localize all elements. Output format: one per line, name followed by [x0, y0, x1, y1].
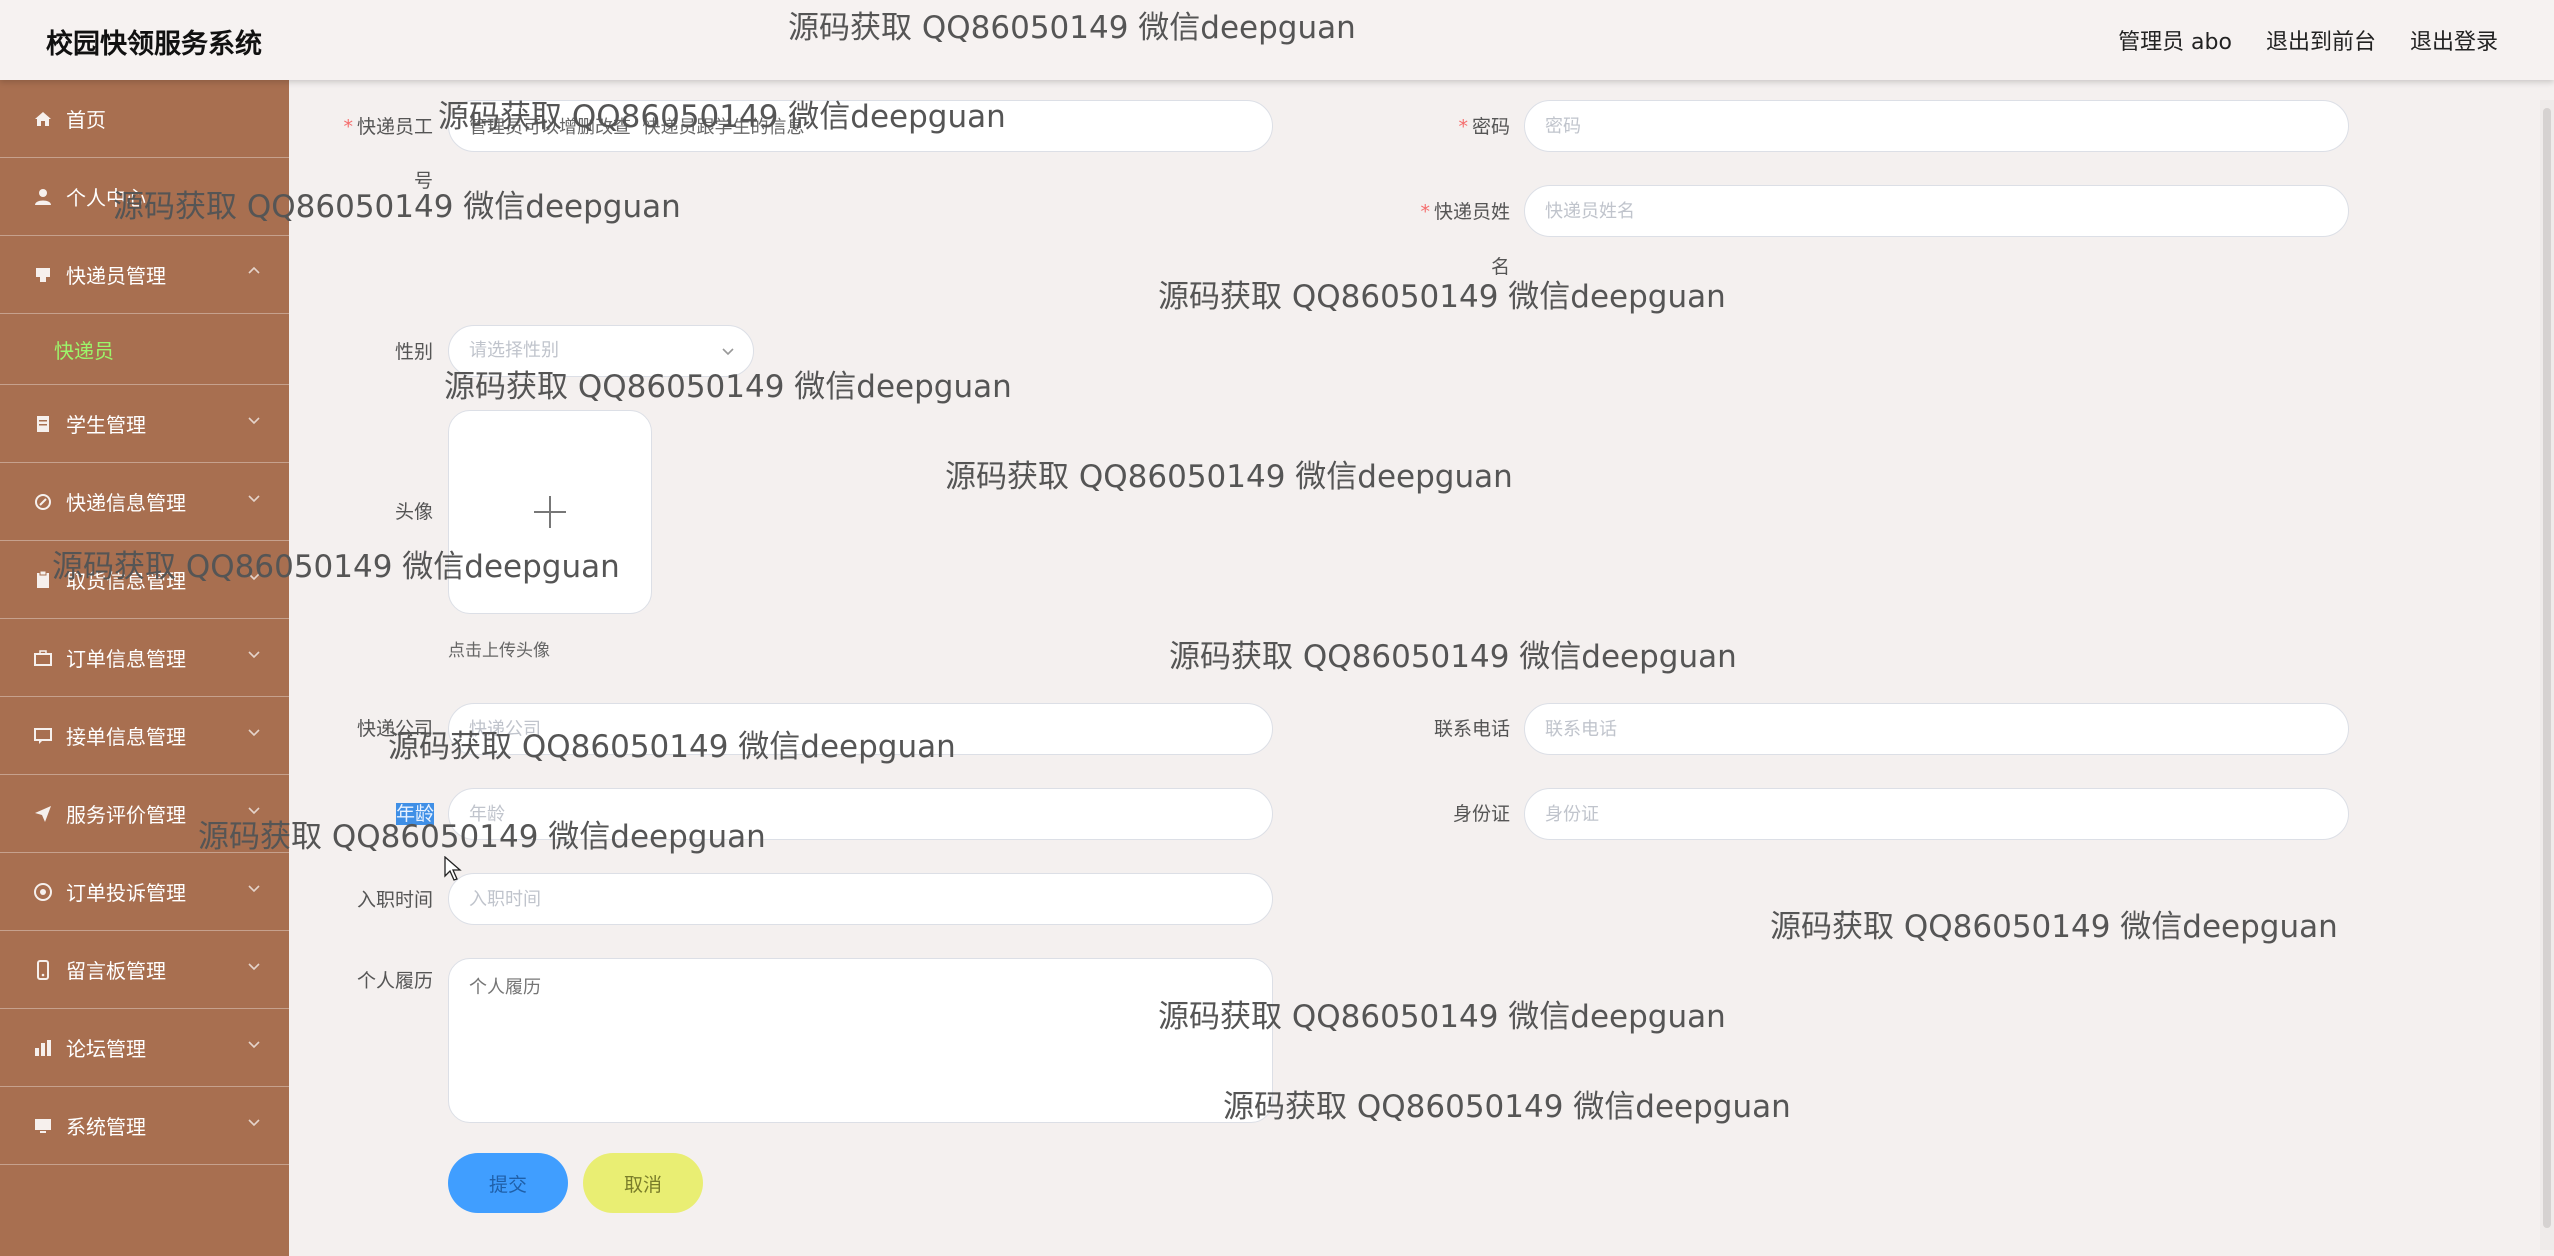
sidebar-item-label: 系统管理	[66, 1115, 146, 1139]
courier-name-label-wrap: 名	[1490, 256, 1510, 278]
phone-input[interactable]	[1524, 703, 2349, 755]
phone-label: 联系电话	[1433, 718, 1510, 740]
chevron-down-icon	[248, 807, 260, 815]
exit-to-front-link[interactable]: 退出到前台	[2266, 24, 2376, 56]
cancel-button[interactable]: 取消	[583, 1153, 703, 1213]
courier-name-label: * 快递员姓	[1420, 201, 1510, 223]
mouse-cursor-icon	[444, 856, 462, 881]
chat-icon	[32, 725, 54, 747]
clipboard-icon	[32, 569, 54, 591]
sidebar-subitem-courier[interactable]: 快递员	[0, 314, 289, 385]
age-label-text: 年龄	[395, 803, 434, 825]
age-label: 年龄	[392, 801, 434, 827]
chevron-down-icon	[248, 1119, 260, 1127]
top-right-links: 管理员 abo 退出到前台 退出登录	[2118, 24, 2498, 56]
sidebar-item-label: 首页	[66, 108, 106, 132]
company-label: 快递公司	[356, 718, 433, 740]
chevron-down-icon	[248, 1041, 260, 1049]
sidebar-item-label: 订单投诉管理	[66, 881, 186, 905]
sidebar-item-label: 服务评价管理	[66, 803, 186, 827]
gender-select[interactable]: 请选择性别	[448, 325, 754, 377]
admin-user-link[interactable]: 管理员 abo	[2118, 24, 2232, 56]
student-icon	[32, 413, 54, 435]
age-input[interactable]	[448, 788, 1273, 840]
top-bar: 校园快领服务系统 管理员 abo 退出到前台 退出登录	[0, 0, 2554, 80]
send-icon	[32, 803, 54, 825]
chart-icon	[32, 1037, 54, 1059]
sidebar-item-profile[interactable]: 个人中心	[0, 158, 289, 236]
home-icon	[32, 108, 54, 130]
chevron-down-icon	[248, 495, 260, 503]
sidebar-item-accept-order-info[interactable]: 接单信息管理	[0, 697, 289, 775]
sidebar-item-message-board[interactable]: 留言板管理	[0, 931, 289, 1009]
chevron-down-icon	[248, 963, 260, 971]
sidebar-item-order-complaint[interactable]: 订单投诉管理	[0, 853, 289, 931]
company-input[interactable]	[448, 703, 1273, 755]
idcard-input[interactable]	[1524, 788, 2349, 840]
logout-link[interactable]: 退出登录	[2410, 24, 2498, 56]
avatar-label: 头像	[394, 501, 433, 523]
avatar-uploader[interactable]	[448, 410, 652, 614]
gender-select-placeholder: 请选择性别	[469, 340, 559, 361]
sidebar-item-courier-management[interactable]: 快递员管理	[0, 236, 289, 314]
sidebar-item-student-management[interactable]: 学生管理	[0, 385, 289, 463]
sidebar-item-label: 取货信息管理	[66, 569, 186, 593]
resume-textarea[interactable]	[448, 958, 1273, 1123]
avatar-hint: 点击上传头像	[448, 641, 550, 661]
phone-icon	[32, 959, 54, 981]
sidebar-item-label: 订单信息管理	[66, 647, 186, 671]
courier-no-input[interactable]	[448, 100, 1273, 152]
sidebar-item-label: 快递信息管理	[66, 491, 186, 515]
chevron-down-icon	[722, 348, 734, 356]
chevron-up-icon	[248, 266, 260, 274]
sidebar-item-forum[interactable]: 论坛管理	[0, 1009, 289, 1087]
sidebar-item-order-info[interactable]: 订单信息管理	[0, 619, 289, 697]
courier-icon	[32, 264, 54, 286]
sidebar-item-label: 留言板管理	[66, 959, 166, 983]
gender-label: 性别	[394, 341, 433, 363]
monitor-icon	[32, 1115, 54, 1137]
hire-date-input[interactable]	[448, 873, 1273, 925]
password-label: * 密码	[1458, 116, 1510, 138]
sidebar-item-system[interactable]: 系统管理	[0, 1087, 289, 1165]
chevron-down-icon	[248, 651, 260, 659]
chevron-down-icon	[248, 885, 260, 893]
plus-icon	[534, 496, 566, 528]
scroll-thumb[interactable]	[2543, 108, 2551, 1228]
package-icon	[32, 491, 54, 513]
sidebar-menu: 首页 个人中心 快递员管理 快递员 学生管理 快递信息管理 取货信息管理 订单信…	[0, 80, 289, 1256]
submit-button[interactable]: 提交	[448, 1153, 568, 1213]
courier-name-input[interactable]	[1524, 185, 2349, 237]
sidebar-item-package-info[interactable]: 快递信息管理	[0, 463, 289, 541]
sidebar-item-home[interactable]: 首页	[0, 80, 289, 158]
sidebar-item-label: 学生管理	[66, 413, 146, 437]
courier-no-label-wrap: 号	[413, 170, 433, 192]
idcard-label: 身份证	[1452, 803, 1510, 825]
sidebar-item-label: 论坛管理	[66, 1037, 146, 1061]
chevron-down-icon	[248, 573, 260, 581]
target-icon	[32, 881, 54, 903]
sidebar-item-pickup-info[interactable]: 取货信息管理	[0, 541, 289, 619]
hire-date-label: 入职时间	[356, 889, 433, 911]
sidebar-item-label: 接单信息管理	[66, 725, 186, 749]
user-icon	[32, 186, 54, 208]
app-title: 校园快领服务系统	[46, 29, 262, 60]
chevron-down-icon	[248, 729, 260, 737]
sidebar-item-label: 快递员管理	[66, 264, 166, 288]
resume-label: 个人履历	[356, 970, 433, 992]
sidebar-item-label: 个人中心	[66, 186, 146, 210]
page-scrollbar[interactable]	[2540, 100, 2554, 1250]
briefcase-icon	[32, 647, 54, 669]
chevron-down-icon	[248, 417, 260, 425]
courier-no-label: * 快递员工	[343, 116, 433, 138]
password-input[interactable]	[1524, 100, 2349, 152]
sidebar-item-service-review[interactable]: 服务评价管理	[0, 775, 289, 853]
